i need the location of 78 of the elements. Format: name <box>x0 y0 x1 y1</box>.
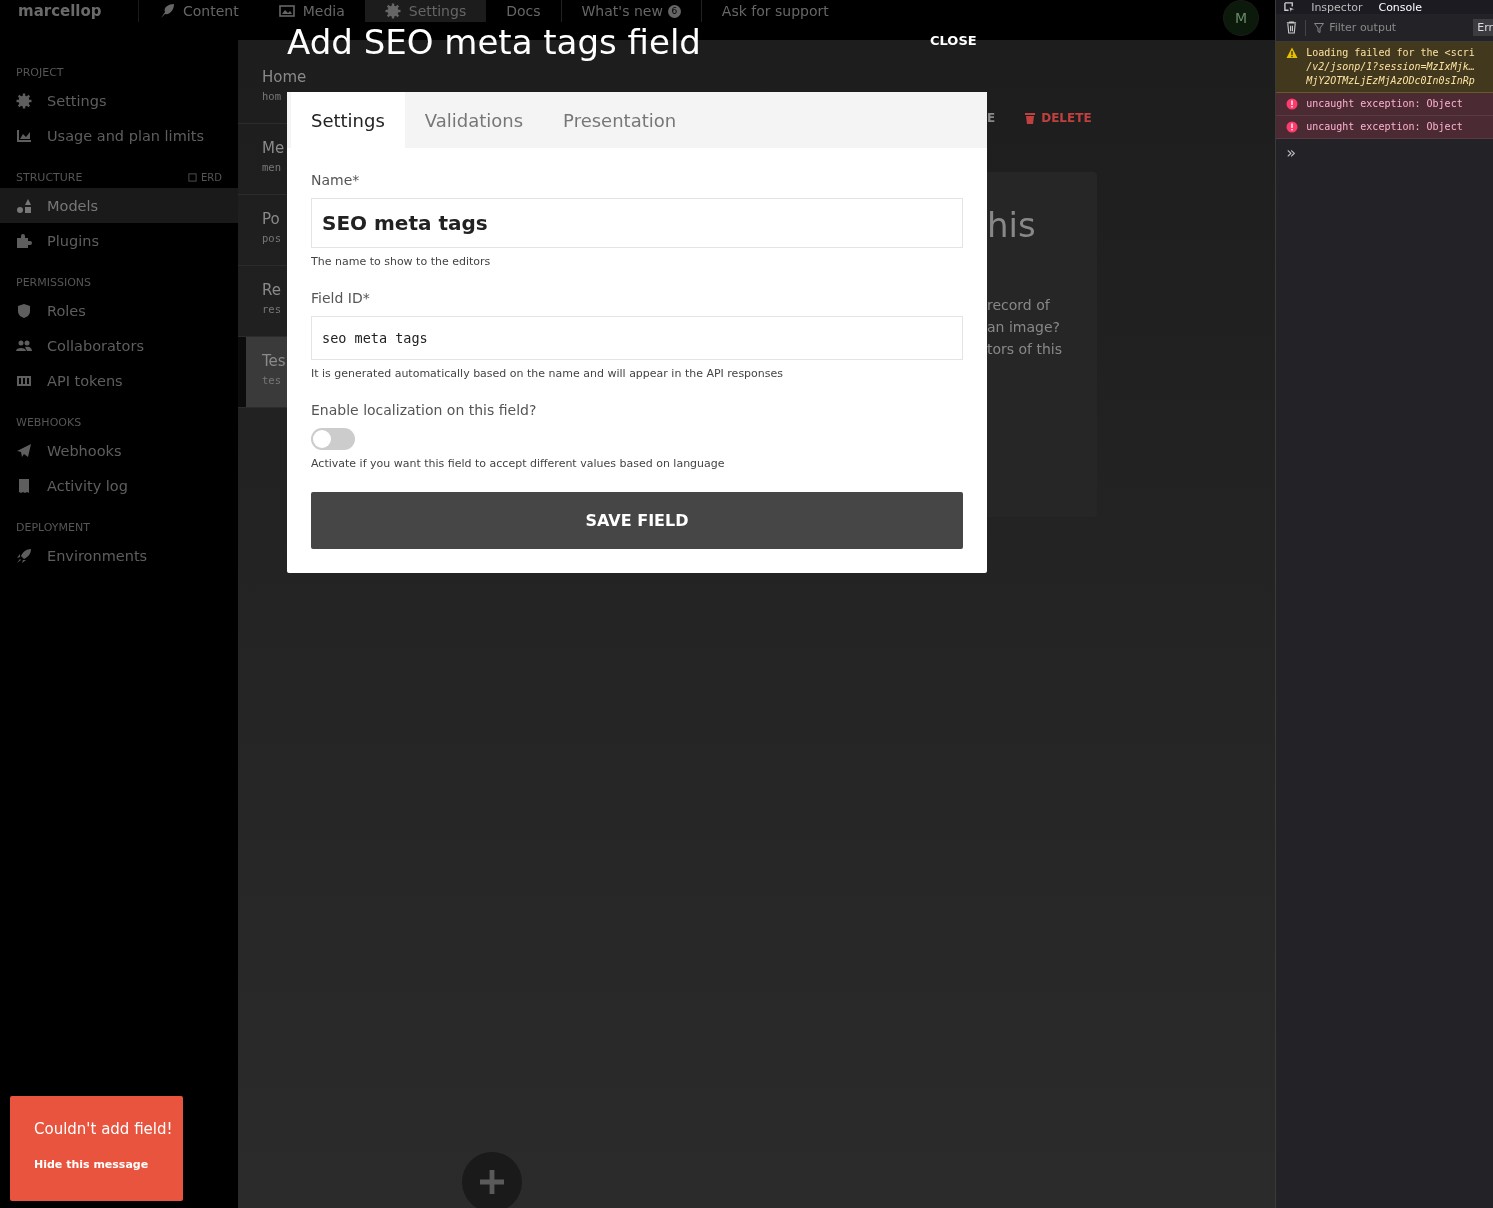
dialog-title: Add SEO meta tags field <box>287 24 701 60</box>
model-item[interactable]: Tes tes <box>238 337 287 408</box>
error-icon <box>1286 98 1299 110</box>
sidebar-item[interactable]: Models <box>0 188 238 223</box>
nav-link[interactable]: Ask for support <box>721 3 829 19</box>
warning-icon <box>1286 47 1299 59</box>
shield-icon <box>16 302 32 319</box>
gear-icon <box>16 92 32 109</box>
card-text: tors of this <box>987 340 1064 359</box>
console-text: Loading failed for the <scri /v2/jsonp/1?session=MzIxMjk… MjY2OTMzLjEzMjAzODc0In0sInRp <box>1306 46 1475 88</box>
toggle-switch[interactable] <box>311 428 355 450</box>
card-text: an image? <box>987 318 1061 337</box>
section-title: STRUCTURE <box>16 171 83 184</box>
field-hint: Activate if you want this field to accept different values based on language <box>311 457 726 470</box>
hide-message-link[interactable]: Hide this message <box>34 1158 171 1171</box>
trash-icon <box>1025 112 1036 124</box>
image-icon <box>278 3 295 19</box>
chart-icon <box>16 127 32 144</box>
receipt-icon <box>16 477 32 494</box>
sidebar-item[interactable]: API tokens <box>0 363 238 398</box>
sidebar-item[interactable]: Usage and plan limits <box>0 118 238 153</box>
sidebar-item[interactable]: Environments <box>0 538 238 573</box>
tab[interactable]: Validations <box>404 92 544 148</box>
close-link[interactable]: CLOSE <box>930 33 977 48</box>
erd-link[interactable]: ERD <box>188 172 222 183</box>
nav-tab[interactable]: Media <box>258 0 365 22</box>
funnel-icon <box>1314 22 1325 33</box>
nav-link[interactable]: What's new 6 <box>581 3 681 19</box>
action-link[interactable]: E <box>987 111 996 125</box>
field-label: Field ID* <box>311 290 371 306</box>
leaf-icon <box>159 3 175 19</box>
field-hint: It is generated automatically based on the name and will appear in the API responses <box>311 367 785 380</box>
input-field[interactable]: SEO meta tags <box>311 198 963 248</box>
shapes-icon <box>16 197 32 214</box>
card-heading: his <box>987 205 1037 245</box>
console-text: uncaught exception: Object <box>1306 120 1463 134</box>
puzzle-icon <box>16 232 32 249</box>
tab[interactable]: Presentation <box>543 92 697 148</box>
nav-tab[interactable]: Settings <box>364 0 487 22</box>
sidebar-item[interactable]: Webhooks <box>0 433 238 468</box>
sidebar-item[interactable]: Plugins <box>0 223 238 258</box>
plus-icon <box>480 1170 504 1194</box>
sidebar-item[interactable]: Activity log <box>0 468 238 503</box>
save-button[interactable]: SAVE FIELD <box>311 492 963 549</box>
section-title: WEBHOOKS <box>16 416 82 429</box>
sidebar-item[interactable]: Collaborators <box>0 328 238 363</box>
card-text: record of <box>987 296 1051 315</box>
section-title: PERMISSIONS <box>16 276 92 289</box>
input-field[interactable]: seo_meta_tags <box>311 316 963 360</box>
field-hint: The name to show to the editors <box>311 255 492 268</box>
rocket-icon <box>16 547 32 564</box>
trash-icon[interactable] <box>1286 21 1298 34</box>
console-text: uncaught exception: Object <box>1306 97 1463 111</box>
field-label: Enable localization on this field? <box>311 402 538 418</box>
section-title: PROJECT <box>16 66 64 79</box>
console-prompt[interactable]: » <box>1276 139 1493 166</box>
sidebar-item[interactable]: Settings <box>0 83 238 118</box>
gear-icon <box>384 3 401 19</box>
avatar[interactable]: M <box>1223 0 1260 36</box>
sidebar-item[interactable]: Roles <box>0 293 238 328</box>
delete-button[interactable]: DELETE <box>1025 111 1092 125</box>
devtools-tab[interactable]: Console <box>1378 0 1423 14</box>
error-icon <box>1286 121 1299 133</box>
paper-plane-icon <box>16 442 32 459</box>
nav-link[interactable]: Docs <box>506 3 541 19</box>
filter-button[interactable]: Err <box>1473 19 1493 36</box>
count-badge: 6 <box>667 4 681 18</box>
diagram-icon <box>188 173 198 182</box>
add-button[interactable] <box>462 1152 522 1208</box>
element-picker-icon[interactable] <box>1284 1 1296 13</box>
devtools-tab[interactable]: Inspector <box>1311 0 1363 14</box>
field-label: Name* <box>311 172 361 188</box>
tab[interactable]: Settings <box>291 92 405 148</box>
toast-message: Couldn't add field! <box>34 1120 171 1138</box>
project-name[interactable]: marcellop <box>0 0 139 22</box>
nav-tab[interactable]: Content <box>139 0 259 22</box>
filter-field[interactable]: Filter output <box>1314 21 1466 34</box>
section-title: DEPLOYMENT <box>16 521 90 534</box>
